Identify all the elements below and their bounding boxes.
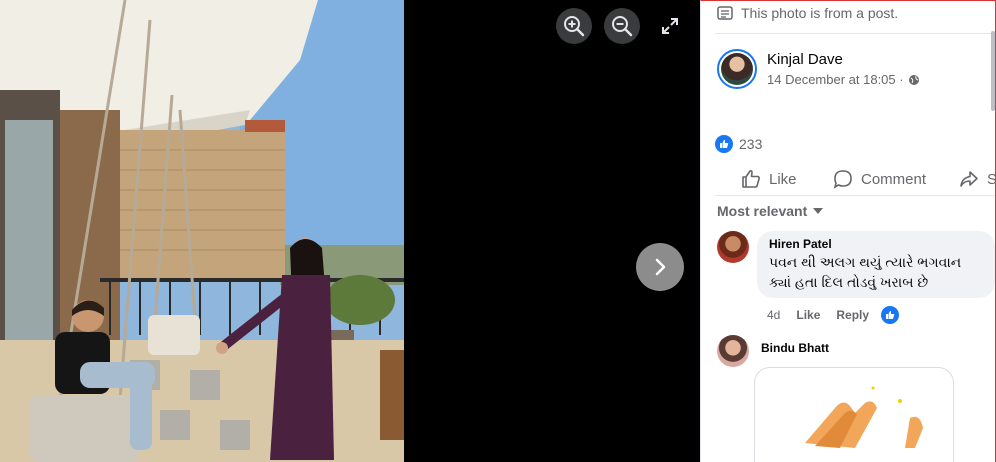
commenter-avatar[interactable] xyxy=(717,335,749,367)
comment-meta: 4d Like Reply xyxy=(767,306,900,324)
commenter-name[interactable]: Bindu Bhatt xyxy=(761,341,829,367)
comment-sort-dropdown[interactable]: Most relevant xyxy=(717,203,824,219)
thumbs-up-icon xyxy=(742,169,760,188)
post-author: Kinjal Dave 14 December at 18:05 · xyxy=(717,49,920,89)
chevron-right-icon xyxy=(655,258,666,276)
post-note[interactable]: This photo is from a post. xyxy=(717,5,898,21)
comment-bubble: Hiren Patel પવન થી અલગ થયું ત્યારે ભગવાન… xyxy=(757,231,995,298)
comment-label: Comment xyxy=(861,170,927,188)
author-avatar[interactable] xyxy=(717,49,757,89)
like-label: Like xyxy=(769,170,797,188)
fullscreen-button[interactable] xyxy=(652,8,688,44)
fullscreen-icon xyxy=(662,18,678,34)
author-avatar-image xyxy=(721,53,753,85)
commenter-name[interactable]: Hiren Patel xyxy=(769,237,983,251)
divider xyxy=(715,33,995,34)
comment-age[interactable]: 4d xyxy=(767,308,780,322)
like-button[interactable]: Like xyxy=(741,169,797,189)
comment-reaction-badge[interactable] xyxy=(881,306,900,324)
post-note-text: This photo is from a post. xyxy=(741,5,899,21)
zoom-in-icon xyxy=(564,16,585,37)
photo-viewer xyxy=(0,0,700,462)
scrollbar[interactable] xyxy=(991,31,995,111)
globe-icon xyxy=(908,74,919,85)
photo-illustration xyxy=(0,0,404,462)
zoom-out-button[interactable] xyxy=(604,8,640,44)
document-icon xyxy=(717,6,733,20)
reaction-count: 233 xyxy=(739,136,763,152)
comment-like-button[interactable]: Like xyxy=(796,308,820,322)
like-icon xyxy=(720,139,729,148)
post-actions: Like Comment S xyxy=(701,161,995,197)
comment-button[interactable]: Comment xyxy=(833,169,926,189)
comment-icon xyxy=(833,170,852,189)
sort-label: Most relevant xyxy=(717,203,808,219)
author-meta: 14 December at 18:05 · xyxy=(767,72,920,87)
next-photo-button[interactable] xyxy=(636,243,684,291)
zoom-out-icon xyxy=(612,16,633,37)
commenter-avatar[interactable] xyxy=(717,231,749,263)
like-icon xyxy=(886,310,895,319)
comment-item: Bindu Bhatt xyxy=(717,335,829,367)
post-timestamp[interactable]: 14 December at 18:05 · xyxy=(767,72,904,87)
comment-item: Hiren Patel પવન થી અલગ થયું ત્યારે ભગવાન… xyxy=(717,231,995,298)
share-label: S xyxy=(987,171,995,188)
divider xyxy=(715,195,995,196)
share-icon xyxy=(960,171,978,187)
comment-sticker[interactable] xyxy=(754,367,954,462)
zoom-in-button[interactable] xyxy=(556,8,592,44)
like-reaction-icon xyxy=(715,135,733,153)
share-button[interactable]: S xyxy=(959,169,995,189)
author-name[interactable]: Kinjal Dave xyxy=(767,51,920,68)
author-info: Kinjal Dave 14 December at 18:05 · xyxy=(767,51,920,87)
post-photo[interactable] xyxy=(0,0,404,462)
comment-text: પવન થી અલગ થયું ત્યારે ભગવાન ક્યાં હતા દ… xyxy=(769,254,962,290)
reaction-summary[interactable]: 233 xyxy=(715,135,762,153)
clapping-hands-sticker xyxy=(805,386,923,448)
caret-down-icon xyxy=(813,208,824,214)
comment-reply-button[interactable]: Reply xyxy=(836,308,869,322)
